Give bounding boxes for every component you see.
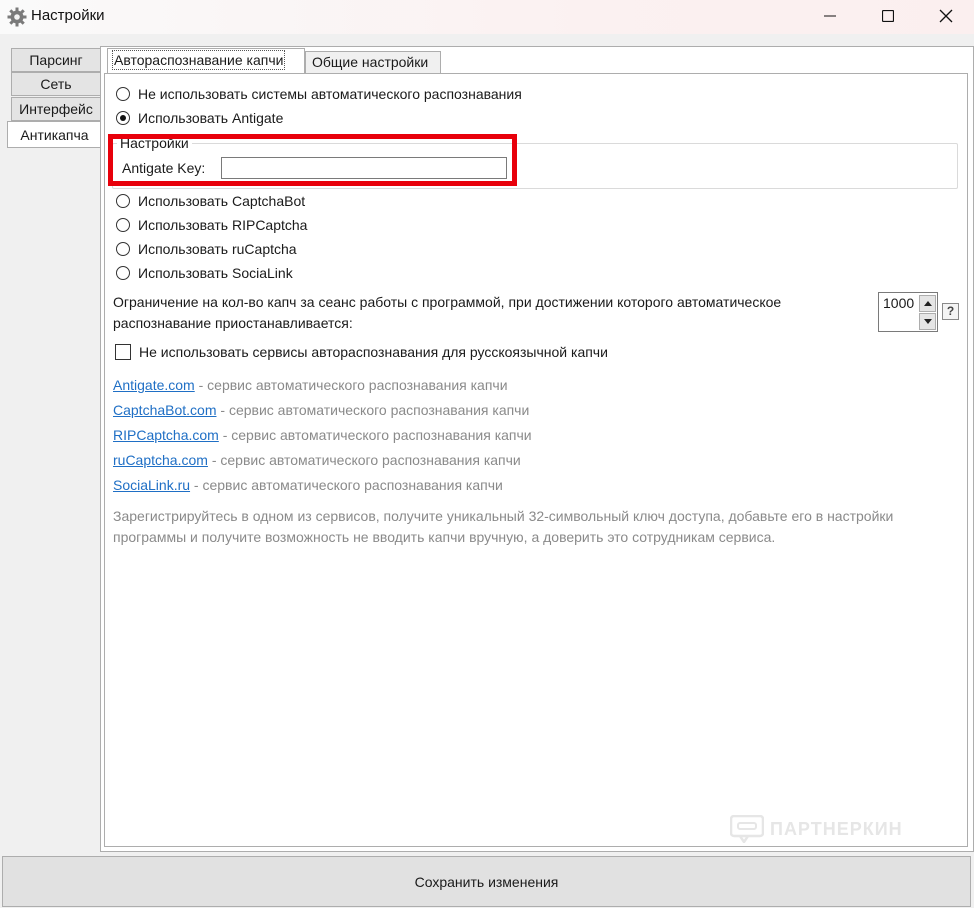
title-bar: Настройки bbox=[0, 0, 974, 34]
side-tab-parsing[interactable]: Парсинг bbox=[11, 48, 100, 72]
radio-captchabot-label: Использовать CaptchaBot bbox=[138, 193, 306, 209]
radio-ripcaptcha-label: Использовать RIPCaptcha bbox=[138, 217, 308, 233]
help-button[interactable]: ? bbox=[942, 303, 959, 320]
service-link-row: RIPCaptcha.com - сервис автоматического … bbox=[113, 427, 532, 447]
chevron-up-icon bbox=[923, 301, 932, 306]
radio-none-label: Не использовать системы автоматического … bbox=[138, 86, 522, 102]
link-desc: - сервис автоматического распознавания к… bbox=[218, 427, 532, 443]
radio-ripcaptcha[interactable] bbox=[116, 218, 130, 232]
close-button[interactable] bbox=[917, 0, 974, 32]
radio-rucaptcha-label: Использовать ruCaptcha bbox=[138, 241, 297, 257]
chevron-down-icon bbox=[923, 319, 932, 324]
link-desc: - сервис автоматического распознавания к… bbox=[207, 452, 521, 468]
russian-captcha-checkbox[interactable] bbox=[115, 344, 131, 360]
radio-socialink[interactable] bbox=[116, 266, 130, 280]
watermark-logo-icon bbox=[730, 815, 764, 843]
radio-rucaptcha-row[interactable]: Использовать ruCaptcha bbox=[116, 239, 297, 259]
tab-auto-recognition-label: Автораспознавание капчи bbox=[111, 50, 286, 70]
tab-auto-recognition[interactable]: Автораспознавание капчи bbox=[107, 48, 305, 74]
link-antigate[interactable]: Antigate.com bbox=[113, 377, 195, 393]
link-desc: - сервис автоматического распознавания к… bbox=[216, 402, 530, 418]
save-button[interactable]: Сохранить изменения bbox=[2, 856, 971, 907]
radio-antigate[interactable] bbox=[116, 111, 130, 125]
link-captchabot[interactable]: CaptchaBot.com bbox=[113, 402, 217, 418]
service-link-row: SociaLink.ru - сервис автоматического ра… bbox=[113, 477, 503, 497]
radio-socialink-row[interactable]: Использовать SociaLink bbox=[116, 263, 293, 283]
maximize-button[interactable] bbox=[859, 0, 917, 32]
captcha-limit-stepper[interactable]: 1000 bbox=[878, 292, 938, 332]
side-tab-network[interactable]: Сеть bbox=[11, 72, 100, 96]
captcha-limit-value[interactable]: 1000 bbox=[883, 295, 914, 311]
service-link-row: Antigate.com - сервис автоматического ра… bbox=[113, 377, 508, 397]
watermark: ПАРТНЕРКИН bbox=[730, 815, 903, 843]
radio-socialink-label: Использовать SociaLink bbox=[138, 265, 293, 281]
stepper-down-button[interactable] bbox=[919, 313, 936, 330]
radio-captchabot-row[interactable]: Использовать CaptchaBot bbox=[116, 191, 305, 211]
side-tab-anticaptcha[interactable]: Антикапча bbox=[7, 121, 101, 148]
gear-icon bbox=[7, 7, 27, 27]
service-link-row: CaptchaBot.com - сервис автоматического … bbox=[113, 402, 529, 422]
link-ripcaptcha[interactable]: RIPCaptcha.com bbox=[113, 427, 219, 443]
radio-none[interactable] bbox=[116, 87, 130, 101]
russian-captcha-checkbox-label: Не использовать сервисы автораспознавани… bbox=[139, 344, 608, 360]
link-desc: - сервис автоматического распознавания к… bbox=[194, 377, 508, 393]
minimize-button[interactable] bbox=[801, 0, 859, 32]
window-title: Настройки bbox=[31, 7, 105, 24]
radio-ripcaptcha-row[interactable]: Использовать RIPCaptcha bbox=[116, 215, 307, 235]
radio-none-row[interactable]: Не использовать системы автоматического … bbox=[116, 84, 522, 104]
stepper-up-button[interactable] bbox=[919, 295, 936, 312]
service-link-row: ruCaptcha.com - сервис автоматического р… bbox=[113, 452, 521, 472]
link-desc: - сервис автоматического распознавания к… bbox=[190, 477, 503, 493]
highlight-box bbox=[108, 134, 517, 186]
radio-antigate-label: Использовать Antigate bbox=[138, 110, 284, 126]
link-rucaptcha[interactable]: ruCaptcha.com bbox=[113, 452, 208, 468]
info-text: Зарегистрируйтесь в одном из сервисов, п… bbox=[113, 508, 894, 545]
link-socialink[interactable]: SociaLink.ru bbox=[113, 477, 190, 493]
captcha-limit-label: Ограничение на кол-во капч за сеанс рабо… bbox=[113, 294, 782, 331]
tab-general-settings[interactable]: Общие настройки bbox=[305, 51, 441, 73]
radio-antigate-row[interactable]: Использовать Antigate bbox=[116, 108, 283, 128]
radio-rucaptcha[interactable] bbox=[116, 242, 130, 256]
watermark-text: ПАРТНЕРКИН bbox=[770, 818, 903, 839]
radio-captchabot[interactable] bbox=[116, 194, 130, 208]
russian-captcha-checkbox-row[interactable]: Не использовать сервисы автораспознавани… bbox=[115, 342, 608, 362]
side-tab-interface[interactable]: Интерфейс bbox=[11, 97, 100, 121]
